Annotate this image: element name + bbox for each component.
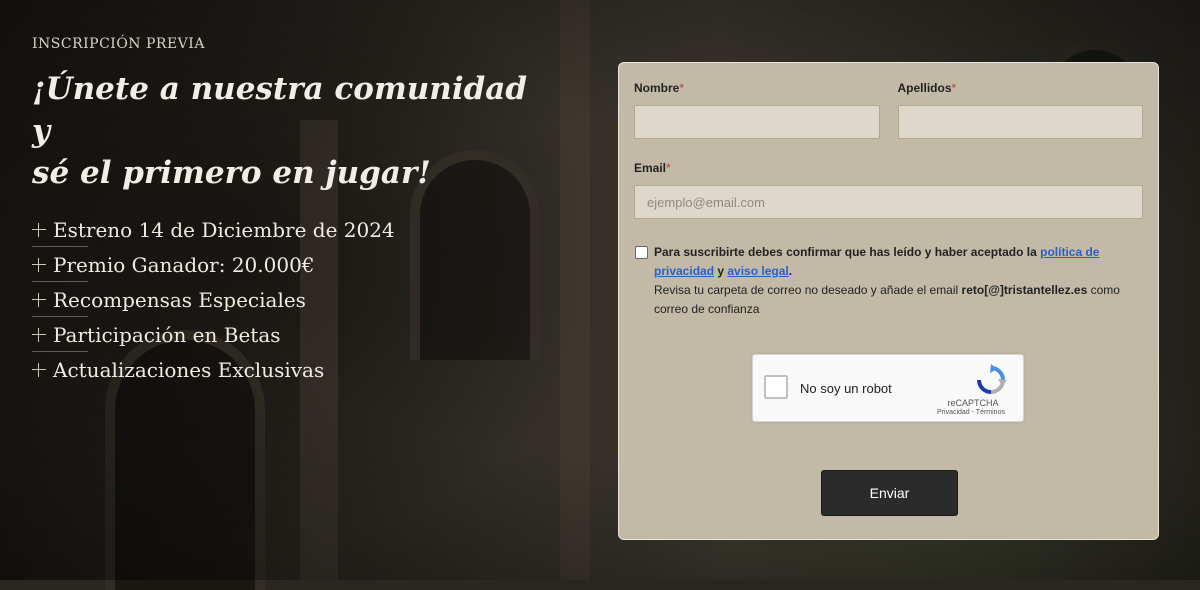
spam-note: Revisa tu carpeta de correo no deseado y…: [654, 283, 1120, 316]
plus-icon: [32, 257, 46, 272]
feature-text: Estreno 14 de Diciembre de 2024: [53, 217, 395, 242]
first-name-input[interactable]: [634, 105, 880, 139]
feature-text: Recompensas Especiales: [53, 287, 306, 312]
feature-item: Estreno 14 de Diciembre de 2024: [32, 212, 552, 247]
consent-checkbox[interactable]: [635, 246, 648, 259]
first-name-field: Nombre*: [634, 81, 880, 139]
consent-sentence: Para suscribirte debes confirmar que has…: [654, 245, 1100, 278]
eyebrow-label: INSCRIPCIÓN PREVIA: [32, 36, 205, 52]
recaptcha-checkbox[interactable]: [764, 375, 788, 399]
consent-block: Para suscribirte debes confirmar que has…: [634, 243, 1143, 319]
headline-line: ¡Únete a nuestra comunidad y: [32, 71, 528, 149]
recaptcha-widget: No soy un robot reCAPTCHA Privacidad - T…: [752, 354, 1024, 422]
headline-line: sé el primero en jugar!: [32, 155, 431, 191]
plus-icon: [32, 327, 46, 342]
legal-notice-link[interactable]: aviso legal: [727, 264, 788, 278]
trusted-email: reto[@]tristantellez.es: [961, 283, 1088, 297]
required-mark: *: [951, 81, 957, 95]
email-field: Email*: [634, 161, 1143, 219]
plus-icon: [32, 362, 46, 377]
headline: ¡Únete a nuestra comunidad y sé el prime…: [32, 68, 552, 194]
feature-text: Premio Ganador: 20.000€: [53, 252, 315, 277]
recaptcha-label: No soy un robot: [800, 381, 892, 396]
signup-form: Nombre* Apellidos* Email* Para suscribir…: [618, 62, 1159, 540]
last-name-label: Apellidos*: [897, 81, 957, 95]
feature-item: Premio Ganador: 20.000€: [32, 247, 552, 282]
email-input[interactable]: [634, 185, 1143, 219]
last-name-field: Apellidos*: [897, 81, 1143, 139]
submit-button[interactable]: Enviar: [821, 470, 958, 516]
name-row: Nombre* Apellidos*: [634, 81, 1143, 139]
hero-section: INSCRIPCIÓN PREVIA ¡Únete a nuestra comu…: [32, 36, 552, 387]
feature-item: Participación en Betas: [32, 317, 552, 352]
recaptcha-icon: [977, 364, 1007, 394]
feature-text: Actualizaciones Exclusivas: [53, 357, 325, 382]
feature-item: Recompensas Especiales: [32, 282, 552, 317]
required-mark: *: [679, 81, 685, 95]
feature-text: Participación en Betas: [53, 322, 281, 347]
recaptcha-links[interactable]: Privacidad - Términos: [931, 409, 1011, 416]
email-label: Email*: [634, 161, 671, 175]
first-name-label: Nombre*: [634, 81, 685, 95]
plus-icon: [32, 292, 46, 307]
feature-list: Estreno 14 de Diciembre de 2024 Premio G…: [32, 212, 552, 387]
required-mark: *: [666, 161, 671, 175]
consent-text: Para suscribirte debes confirmar que has…: [654, 243, 1143, 319]
last-name-input[interactable]: [897, 105, 1143, 139]
recaptcha-brand: reCAPTCHA: [947, 398, 999, 408]
plus-icon: [32, 222, 46, 237]
feature-item: Actualizaciones Exclusivas: [32, 352, 552, 387]
